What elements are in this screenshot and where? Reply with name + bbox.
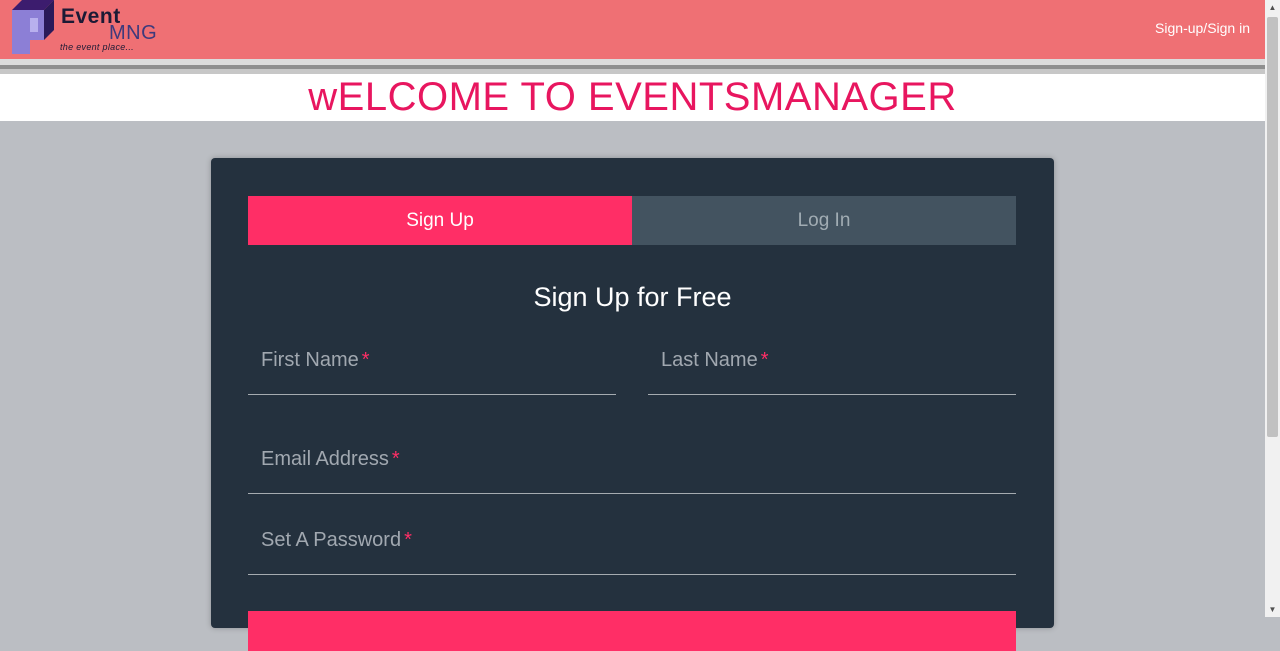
email-input[interactable] (248, 445, 1020, 495)
email-field[interactable]: Email Address * (248, 445, 1020, 495)
signup-form-card: Sign Up Log In Sign Up for Free First Na… (211, 158, 1054, 651)
first-name-field[interactable]: First Name * (248, 346, 620, 396)
last-name-input[interactable] (648, 346, 1020, 396)
scroll-down-arrow-icon[interactable]: ▼ (1265, 602, 1280, 617)
scrollbar-thumb[interactable] (1267, 17, 1278, 437)
page-scrollbar[interactable]: ▲ ▼ (1265, 0, 1280, 617)
submit-button[interactable] (248, 611, 1016, 651)
logo-tagline: the event place... (60, 42, 134, 52)
tab-sign-up[interactable]: Sign Up (248, 196, 632, 245)
password-input[interactable] (248, 526, 1020, 576)
welcome-title: wELCOME TO EVENTSMANAGER (308, 75, 957, 119)
site-logo[interactable]: Event MNG the event place... (8, 0, 188, 58)
signup-signin-link[interactable]: Sign-up/Sign in (1155, 20, 1250, 36)
logo-cube-icon (12, 0, 54, 54)
welcome-banner: wELCOME TO EVENTSMANAGER (0, 74, 1265, 121)
first-name-input[interactable] (248, 346, 620, 396)
tab-log-in[interactable]: Log In (632, 196, 1016, 245)
form-heading: Sign Up for Free (533, 282, 732, 312)
scroll-up-arrow-icon[interactable]: ▲ (1265, 0, 1280, 15)
password-field[interactable]: Set A Password * (248, 526, 1020, 576)
last-name-field[interactable]: Last Name * (648, 346, 1020, 396)
top-header: Event MNG the event place... Sign-up/Sig… (0, 0, 1265, 59)
tab-group: Sign Up Log In (248, 196, 1016, 245)
